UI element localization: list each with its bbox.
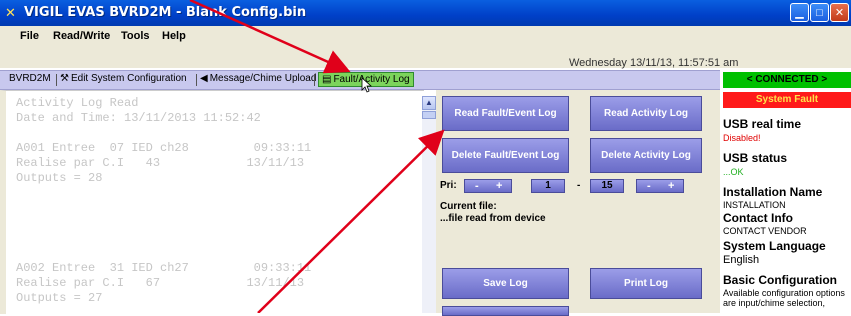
- menu-help[interactable]: Help: [162, 30, 186, 42]
- menu-tools[interactable]: Tools: [121, 30, 150, 42]
- menu-file[interactable]: File: [20, 30, 39, 42]
- scroll-thumb[interactable]: [422, 111, 436, 119]
- date-time: Wednesday 13/11/13, 11:57:51 am: [569, 57, 739, 69]
- priority-from-value[interactable]: 1: [531, 179, 565, 193]
- minus-icon[interactable]: -: [475, 180, 479, 192]
- log-text-area[interactable]: Activity Log Read Date and Time: 13/11/2…: [0, 90, 424, 314]
- app-logo-icon: ✕: [5, 5, 16, 20]
- menu-readwrite[interactable]: Read/Write: [53, 30, 110, 42]
- priority-to-stepper[interactable]: - +: [636, 179, 684, 193]
- tab-separator: [196, 74, 197, 86]
- usb-realtime-value: Disabled!: [723, 133, 761, 143]
- read-activity-log-button[interactable]: Read Activity Log: [590, 96, 702, 131]
- basic-configuration-text-2: are input/chime selection,: [723, 298, 826, 308]
- current-file-value: ...file read from device: [440, 213, 546, 224]
- connection-status-badge: < CONNECTED >: [723, 72, 851, 88]
- scroll-up-icon[interactable]: ▲: [422, 96, 436, 110]
- priority-from-stepper[interactable]: - +: [464, 179, 512, 193]
- date-bar: Wednesday 13/11/13, 11:57:51 am: [0, 46, 851, 69]
- installation-name-value: INSTALLATION: [723, 200, 786, 210]
- current-file-label: Current file:: [440, 201, 497, 212]
- usb-status-label: USB status: [723, 151, 788, 165]
- tab-bar: BVRD2M ⚒ Edit System Configuration ◀ Messa…: [0, 70, 720, 90]
- tab-fault-label: Fault/Activity Log: [333, 74, 410, 85]
- tab-separator: [314, 74, 315, 86]
- tab-message-label: Message/Chime Upload: [209, 73, 317, 84]
- contact-info-value: CONTACT VENDOR: [723, 226, 807, 236]
- priority-to-value[interactable]: 15: [590, 179, 624, 193]
- system-language-label: System Language: [723, 239, 826, 253]
- tools-icon: ⚒: [60, 73, 69, 84]
- log-content: Activity Log Read Date and Time: 13/11/2…: [16, 96, 312, 305]
- priority-label: Pri:: [440, 180, 457, 191]
- maximize-button[interactable]: □: [810, 3, 829, 22]
- log-controls-panel: Read Fault/Event Log Read Activity Log D…: [436, 90, 720, 316]
- tab-bvrd2m[interactable]: BVRD2M: [9, 73, 51, 84]
- status-sidebar: < CONNECTED > System Fault USB real time…: [720, 70, 851, 313]
- maximize-icon: □: [816, 7, 823, 19]
- tab-edit-label: Edit System Configuration: [70, 73, 187, 84]
- save-log-button[interactable]: Save Log: [442, 268, 569, 299]
- minimize-button[interactable]: ▁: [790, 3, 809, 22]
- system-language-value: English: [723, 254, 760, 266]
- close-icon: ✕: [834, 7, 845, 19]
- extra-button[interactable]: [442, 306, 569, 316]
- log-icon: ▤: [322, 74, 332, 85]
- usb-realtime-label: USB real time: [723, 117, 802, 131]
- speaker-icon: ◀: [200, 73, 208, 84]
- tab-message-upload[interactable]: ◀ Message/Chime Upload: [200, 73, 316, 84]
- delete-fault-log-button[interactable]: Delete Fault/Event Log: [442, 138, 569, 173]
- system-fault-badge[interactable]: System Fault: [723, 92, 851, 108]
- delete-activity-log-button[interactable]: Delete Activity Log: [590, 138, 702, 173]
- usb-status-value: ...OK: [723, 167, 744, 177]
- basic-configuration-text-1: Available configuration options: [723, 288, 845, 298]
- plus-icon[interactable]: +: [668, 180, 674, 192]
- minus-icon[interactable]: -: [647, 180, 651, 192]
- priority-separator: -: [577, 180, 581, 191]
- tab-separator: [56, 74, 57, 86]
- tab-fault-activity-log[interactable]: ▤ Fault/Activity Log: [318, 72, 414, 87]
- title-bar[interactable]: ✕ VIGIL EVAS BVRD2M - Blank Config.bin ▁…: [0, 0, 851, 26]
- tab-edit-configuration[interactable]: ⚒ Edit System Configuration: [60, 73, 187, 84]
- window-title: VIGIL EVAS BVRD2M - Blank Config.bin: [24, 5, 307, 20]
- contact-info-label: Contact Info: [723, 211, 793, 225]
- plus-icon[interactable]: +: [496, 180, 502, 192]
- print-log-button[interactable]: Print Log: [590, 268, 702, 299]
- close-button[interactable]: ✕: [830, 3, 849, 22]
- minimize-icon: ▁: [795, 7, 804, 19]
- menu-bar: File Read/Write Tools Help: [0, 26, 851, 46]
- basic-configuration-label: Basic Configuration: [723, 273, 838, 287]
- installation-name-label: Installation Name: [723, 185, 823, 199]
- read-fault-log-button[interactable]: Read Fault/Event Log: [442, 96, 569, 131]
- log-scrollbar[interactable]: ▲: [422, 96, 436, 313]
